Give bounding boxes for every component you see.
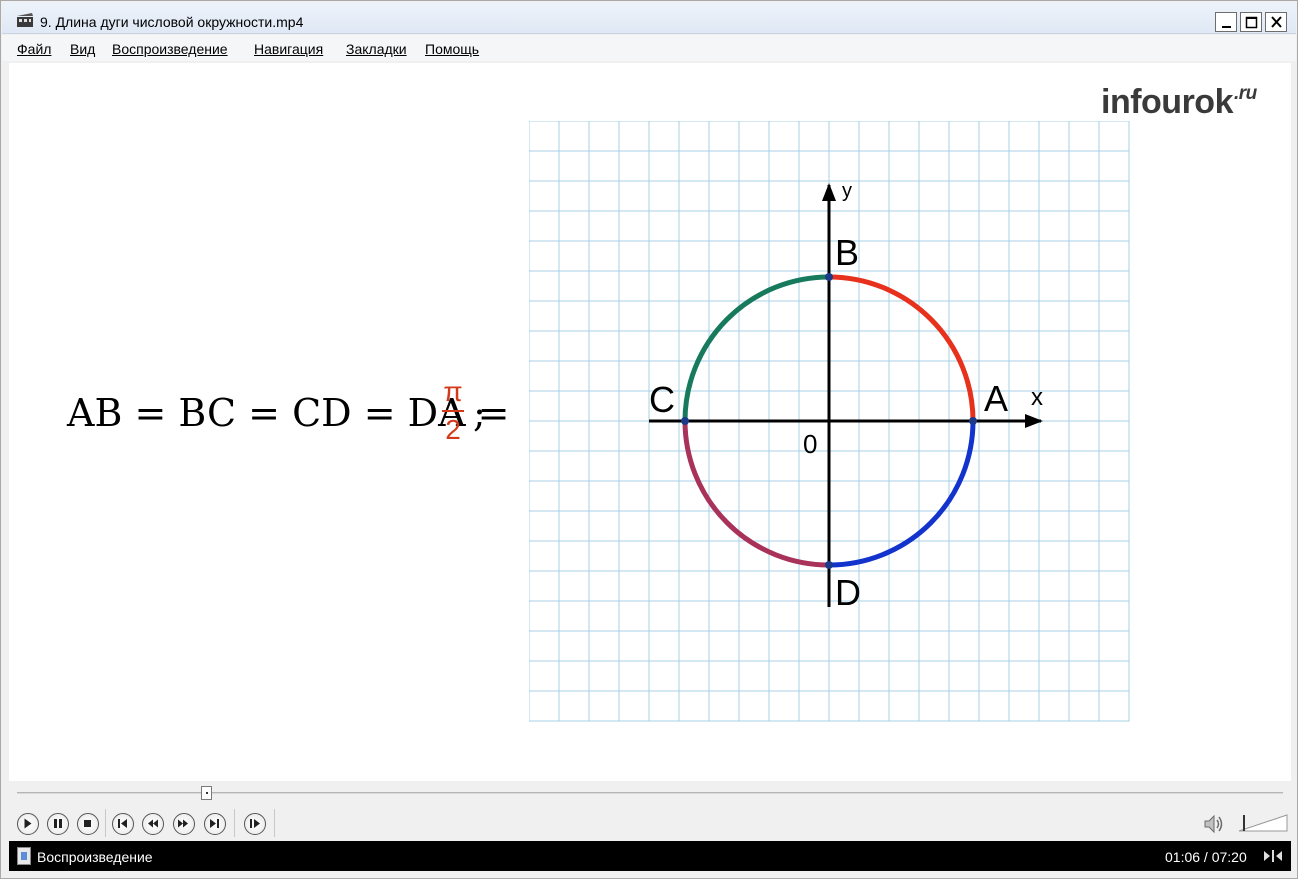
point-d-label: D [835,572,861,613]
close-button[interactable] [1265,12,1287,32]
menu-navigation[interactable]: Навигация [254,41,323,57]
previous-icon [118,819,127,828]
menu-view[interactable]: Вид [70,41,95,57]
rewind-icon [148,819,158,828]
menu-help[interactable]: Помощь [425,41,479,57]
status-bar: Воспроизведение 01:06 / 07:20 [9,841,1291,871]
point-b-label: B [835,232,859,273]
y-axis-label: y [842,180,852,202]
maximize-icon [1245,16,1258,29]
next-button[interactable] [204,813,226,835]
formula-fraction: π 2 [439,375,467,447]
unit-circle-diagram: A B C D x y 0 [529,121,1130,722]
time-display: 01:06 / 07:20 [1165,849,1247,865]
origin-label: 0 [803,429,817,459]
seek-thumb[interactable] [200,786,212,800]
menu-bookmarks[interactable]: Закладки [346,41,407,57]
play-icon [24,818,32,829]
play-button[interactable] [17,813,39,835]
step-button[interactable] [244,813,266,835]
title-bar[interactable]: 9. Длина дуги числовой окружности.mp4 [2,2,1296,34]
fraction-denominator: 2 [445,414,461,445]
minimize-icon [1222,26,1231,28]
stop-button[interactable] [77,813,99,835]
speaker-icon[interactable] [1203,813,1227,835]
logo-text: infourok [1101,83,1233,121]
fast-forward-icon [178,819,188,828]
formula-terminator: ; [473,391,486,435]
close-icon [1271,16,1282,28]
controls-separator [274,809,275,837]
point-a-label: A [984,378,1008,419]
maximize-button[interactable] [1240,12,1262,32]
pause-icon [54,819,62,828]
pause-button[interactable] [47,813,69,835]
point-a-dot [969,417,977,425]
player-window: 9. Длина дуги числовой окружности.mp4 Фа… [0,0,1298,879]
menu-file[interactable]: Файл [17,41,51,57]
playback-controls [9,805,1291,839]
menu-bar: Файл Вид Воспроизведение Навигация Закла… [2,35,1296,61]
media-file-icon [17,847,31,865]
playback-state: Воспроизведение [37,849,153,865]
rewind-button[interactable] [142,813,164,835]
point-c-label: C [649,379,675,420]
clapperboard-icon [17,13,33,27]
video-area[interactable]: infourok.ru AB = BC = CD = DA = π 2 ; A … [9,63,1291,781]
next-icon [210,819,219,828]
controls-separator [234,809,235,837]
fast-forward-button[interactable] [173,813,195,835]
volume-slider[interactable] [1237,811,1289,835]
minimize-button[interactable] [1215,12,1237,32]
previous-button[interactable] [112,813,134,835]
point-b-dot [825,273,833,281]
point-d-dot [825,561,833,569]
aspect-ratio-icon[interactable] [1262,848,1284,864]
logo-suffix: .ru [1233,83,1257,104]
logo: infourok.ru [1101,83,1257,122]
seek-bar[interactable] [9,783,1291,805]
stop-icon [84,820,91,827]
fraction-numerator: π [443,376,463,407]
window-title: 9. Длина дуги числовой окружности.mp4 [40,14,304,30]
fraction-bar [442,410,464,412]
point-c-dot [681,417,689,425]
x-axis-label: x [1031,384,1043,411]
frame-step-icon [250,819,260,828]
menu-playback[interactable]: Воспроизведение [112,41,228,57]
controls-separator [105,809,106,837]
